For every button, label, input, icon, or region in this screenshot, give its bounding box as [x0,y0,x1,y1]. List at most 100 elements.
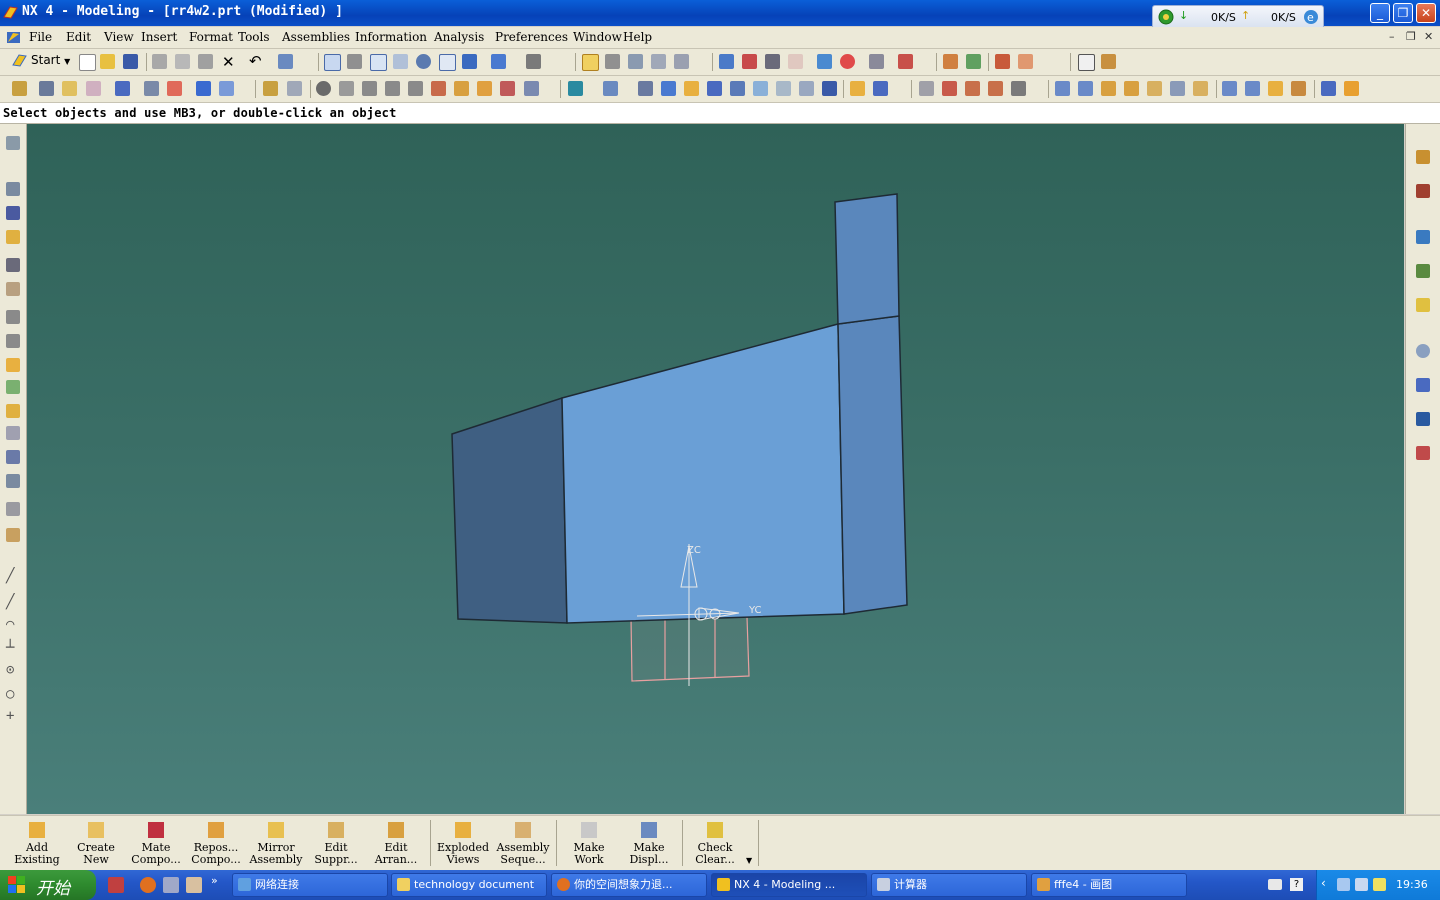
interference-icon[interactable] [6,474,20,488]
tray-connection-icon[interactable] [1355,878,1368,891]
close-button[interactable]: ✕ [1416,3,1436,23]
perspective-icon[interactable] [462,54,477,69]
quicklaunch-browser-icon[interactable] [140,877,156,893]
make-displayed-part-button[interactable]: Make Displ... [620,820,678,866]
part-navigator-icon[interactable] [943,54,958,69]
help-tab-icon[interactable] [1416,298,1430,312]
replace-face-icon[interactable] [1245,81,1260,96]
point-set-icon[interactable] [263,81,278,96]
quicklaunch-tool-icon[interactable] [186,877,202,893]
circle-icon[interactable]: ○ [6,686,14,702]
tray-network-icon[interactable] [1337,878,1350,891]
shell-icon[interactable] [477,81,492,96]
reference-set-icon[interactable] [6,282,20,296]
menu-analysis[interactable]: Analysis [434,30,484,44]
menu-insert[interactable]: Insert [141,30,177,44]
new-file-icon[interactable] [79,54,96,71]
extract-icon[interactable] [799,81,814,96]
select-feature-icon[interactable] [605,54,620,69]
open-file-icon[interactable] [100,54,115,69]
minimize-button[interactable]: _ [1370,3,1390,23]
snap-options-icon[interactable] [674,54,689,69]
doc-close-button[interactable]: ✕ [1424,30,1433,43]
quicklaunch-more-icon[interactable]: » [211,874,218,887]
task-calculator[interactable]: 计算器 [871,873,1027,897]
history-tab-icon[interactable] [1416,344,1430,358]
assembly-navigator-icon[interactable] [1344,81,1359,96]
cone-icon[interactable] [167,81,182,96]
face-icon[interactable] [1222,81,1237,96]
menu-help[interactable]: Help [623,30,652,44]
instance-icon[interactable] [684,81,699,96]
training-tab-icon[interactable] [1416,264,1430,278]
check-clearances-button[interactable]: Check Clear... [686,820,744,866]
thicken-icon[interactable] [822,81,837,96]
cylinder-icon[interactable] [144,81,159,96]
component-icon[interactable] [6,230,20,244]
process-studio-tab-icon[interactable] [1416,412,1430,426]
pad-icon[interactable] [339,81,354,96]
rotate-icon[interactable] [416,54,431,69]
reposition-component-button[interactable]: Repos... Compo... [187,820,245,866]
model-face-front[interactable] [561,323,845,624]
color-icon[interactable] [840,54,855,69]
make-work-part-button[interactable]: Make Work [560,820,618,866]
kit-icon[interactable] [6,528,20,542]
task-network[interactable]: 网络连接 [232,873,388,897]
menu-assemblies[interactable]: Assemblies [282,30,350,44]
sequence-icon[interactable] [6,450,20,464]
menu-window[interactable]: Window [573,30,622,44]
offset-face-icon[interactable] [638,81,653,96]
groove-icon[interactable] [385,81,400,96]
replace-icon[interactable] [6,426,20,440]
doc-minimize-button[interactable]: – [1389,30,1395,43]
edit-suppression-button[interactable]: Edit Suppr... [307,820,365,866]
wireframe-component[interactable] [630,616,750,682]
start-menu-button[interactable]: Start ▼ [12,53,70,67]
extrude-feature-icon[interactable] [62,81,77,96]
mirror-assembly-button[interactable]: Mirror Assembly [247,820,305,866]
assembly-sequencing-button[interactable]: Assembly Seque... [494,820,552,866]
thread-icon[interactable] [408,81,423,96]
sketch-icon[interactable] [12,81,27,96]
quicklaunch-desktop-icon[interactable] [108,877,124,893]
save-icon[interactable] [123,54,138,69]
mirror-feature-icon[interactable] [707,81,722,96]
hole-icon[interactable] [219,81,234,96]
materials-icon[interactable] [966,54,981,69]
restore-button[interactable]: ❐ [1393,3,1413,23]
wave-icon[interactable] [6,206,20,220]
sheet-to-solid-icon[interactable] [1193,81,1208,96]
sphere-icon[interactable] [196,81,211,96]
bounded-plane-icon[interactable] [1124,81,1139,96]
feature-table-icon[interactable] [850,81,865,96]
point-icon[interactable] [1078,54,1095,71]
quicklaunch-app-icon[interactable] [163,877,179,893]
copy-icon[interactable] [175,54,190,69]
menu-edit[interactable]: Edit [66,30,91,44]
substitute-icon[interactable] [6,404,20,418]
selection-icon[interactable] [6,182,20,196]
roles-tab-icon[interactable] [1416,446,1430,460]
point-mark-icon[interactable]: ⊙ [6,662,14,678]
edit-feature-icon[interactable] [873,81,888,96]
block-icon[interactable] [115,81,130,96]
menu-information[interactable]: Information [355,30,427,44]
system-materials-tab-icon[interactable] [1416,378,1430,392]
slot-icon[interactable] [362,81,377,96]
task-paint[interactable]: fffe4 - 画图 [1031,873,1187,897]
delete-icon[interactable]: ✕ [222,53,235,71]
doc-restore-button[interactable]: ❐ [1406,30,1416,43]
edit-object-icon[interactable] [817,54,832,69]
package-icon[interactable] [6,358,20,372]
model-view[interactable]: ZC YC [27,124,1404,814]
menu-tools[interactable]: Tools [238,30,270,44]
through-curves-icon[interactable] [1078,81,1093,96]
menu-file[interactable]: File [29,30,52,44]
tray-expand-icon[interactable]: ‹ [1321,876,1326,890]
list-icon[interactable] [6,310,20,324]
task-technology-document[interactable]: technology document [391,873,547,897]
model-face-right[interactable] [837,315,908,615]
tray-volume-icon[interactable] [1373,878,1386,891]
zoom-icon[interactable] [370,54,387,71]
